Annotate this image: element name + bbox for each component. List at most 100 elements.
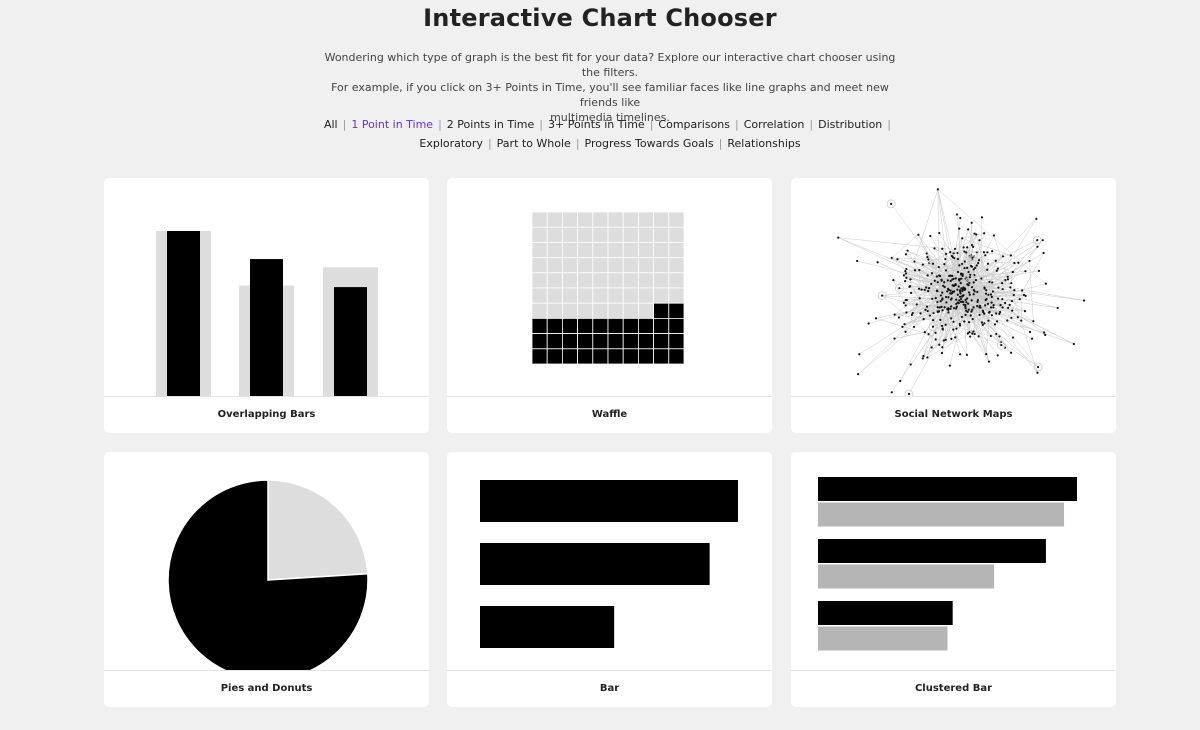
network-node bbox=[897, 316, 901, 319]
network-node bbox=[917, 233, 920, 236]
filter-part-to-whole[interactable]: Part to Whole bbox=[497, 137, 571, 150]
network-edge bbox=[1007, 320, 1074, 345]
waffle-cell-empty bbox=[668, 211, 685, 228]
network-node bbox=[941, 298, 944, 301]
waffle-cell-empty bbox=[546, 226, 563, 243]
network-node bbox=[969, 264, 973, 267]
clustered-bar-series2 bbox=[818, 626, 948, 651]
network-node bbox=[1024, 270, 1027, 273]
network-node bbox=[890, 391, 893, 394]
chart-card-bar[interactable]: Bar bbox=[447, 452, 772, 707]
network-node bbox=[1023, 309, 1027, 313]
chart-card-overlapping-bars[interactable]: Overlapping Bars bbox=[104, 178, 429, 433]
network-node bbox=[962, 246, 965, 249]
filter-separator: | bbox=[342, 118, 347, 131]
network-node bbox=[967, 321, 971, 324]
network-node bbox=[937, 266, 940, 269]
chart-card-waffle[interactable]: Waffle bbox=[447, 178, 772, 433]
network-node bbox=[904, 272, 908, 275]
chart-card-social-network-maps[interactable]: Social Network Maps bbox=[791, 178, 1116, 433]
network-node bbox=[997, 286, 1000, 289]
network-node bbox=[939, 294, 943, 297]
network-node bbox=[918, 268, 921, 272]
bar bbox=[480, 543, 710, 585]
waffle-cell-empty bbox=[668, 242, 685, 259]
network-node bbox=[972, 293, 975, 296]
network-node bbox=[935, 275, 939, 278]
waffle-cell-filled bbox=[653, 333, 670, 350]
network-node bbox=[974, 266, 977, 270]
waffle-cell-empty bbox=[592, 272, 609, 289]
filter-separator: | bbox=[649, 118, 654, 131]
network-node bbox=[858, 353, 861, 356]
network-node bbox=[961, 237, 964, 240]
network-node bbox=[987, 360, 991, 363]
network-node bbox=[995, 269, 998, 272]
network-node bbox=[956, 293, 959, 296]
filter-comparisons[interactable]: Comparisons bbox=[658, 118, 730, 131]
network-node bbox=[923, 288, 926, 292]
waffle-cell-empty bbox=[577, 211, 594, 228]
network-node bbox=[904, 304, 907, 307]
filter-all[interactable]: All bbox=[324, 118, 338, 131]
network-node bbox=[922, 318, 925, 321]
waffle-cell-filled bbox=[668, 333, 685, 350]
bar bbox=[480, 606, 615, 648]
network-node bbox=[912, 325, 916, 329]
filter-progress-towards-goals[interactable]: Progress Towards Goals bbox=[585, 137, 714, 150]
waffle-cell-empty bbox=[637, 211, 654, 228]
filter-distribution[interactable]: Distribution bbox=[818, 118, 882, 131]
network-node bbox=[890, 202, 893, 205]
filter-relationships[interactable]: Relationships bbox=[727, 137, 800, 150]
network-node bbox=[922, 354, 925, 358]
network-node bbox=[950, 317, 953, 320]
network-node bbox=[963, 320, 966, 323]
network-node bbox=[881, 294, 884, 297]
network-node bbox=[913, 260, 916, 263]
filter-separator: | bbox=[539, 118, 543, 131]
chart-card-pies-and-donuts[interactable]: Pies and Donuts bbox=[104, 452, 429, 707]
filter-3-points-in-time[interactable]: 3+ Points in Time bbox=[548, 118, 645, 131]
filter-separator: | bbox=[735, 118, 739, 131]
network-node bbox=[964, 305, 967, 308]
waffle-cell-empty bbox=[546, 242, 563, 259]
network-node bbox=[926, 290, 930, 293]
network-node bbox=[938, 343, 941, 346]
waffle-cell-empty bbox=[637, 302, 654, 319]
filter-2-points-in-time[interactable]: 2 Points in Time bbox=[447, 118, 534, 131]
network-node bbox=[980, 277, 983, 280]
waffle-cell-empty bbox=[577, 257, 594, 274]
network-node bbox=[932, 312, 935, 315]
network-node bbox=[943, 306, 946, 309]
network-node bbox=[903, 323, 906, 326]
waffle-cell-filled bbox=[577, 317, 594, 334]
network-node bbox=[929, 234, 932, 238]
waffle-cell-filled bbox=[668, 348, 685, 365]
network-node bbox=[953, 247, 957, 250]
waffle-cell-empty bbox=[637, 272, 654, 289]
network-node bbox=[972, 330, 975, 333]
filter-correlation[interactable]: Correlation bbox=[744, 118, 805, 131]
network-node bbox=[978, 306, 981, 309]
network-node bbox=[909, 363, 912, 366]
network-node bbox=[958, 295, 962, 299]
filter-separator: | bbox=[438, 118, 442, 131]
network-node bbox=[991, 281, 994, 284]
network-node bbox=[970, 299, 973, 302]
waffle-cell-empty bbox=[668, 287, 685, 304]
filter-exploratory[interactable]: Exploratory bbox=[419, 137, 483, 150]
waffle-cell-filled bbox=[668, 317, 685, 334]
waffle-cell-filled bbox=[637, 333, 654, 350]
waffle-cell-empty bbox=[653, 211, 670, 228]
network-node bbox=[1011, 336, 1015, 339]
chart-card-clustered-bar[interactable]: Clustered Bar bbox=[791, 452, 1116, 707]
network-node bbox=[950, 305, 953, 308]
network-node bbox=[967, 270, 970, 274]
network-node bbox=[936, 188, 939, 191]
filter-separator: | bbox=[487, 137, 492, 150]
network-node bbox=[909, 278, 912, 281]
filter-1-point-in-time[interactable]: 1 Point in Time bbox=[351, 118, 433, 131]
network-edge bbox=[882, 295, 933, 300]
network-node bbox=[1072, 342, 1075, 346]
network-node bbox=[966, 266, 969, 269]
